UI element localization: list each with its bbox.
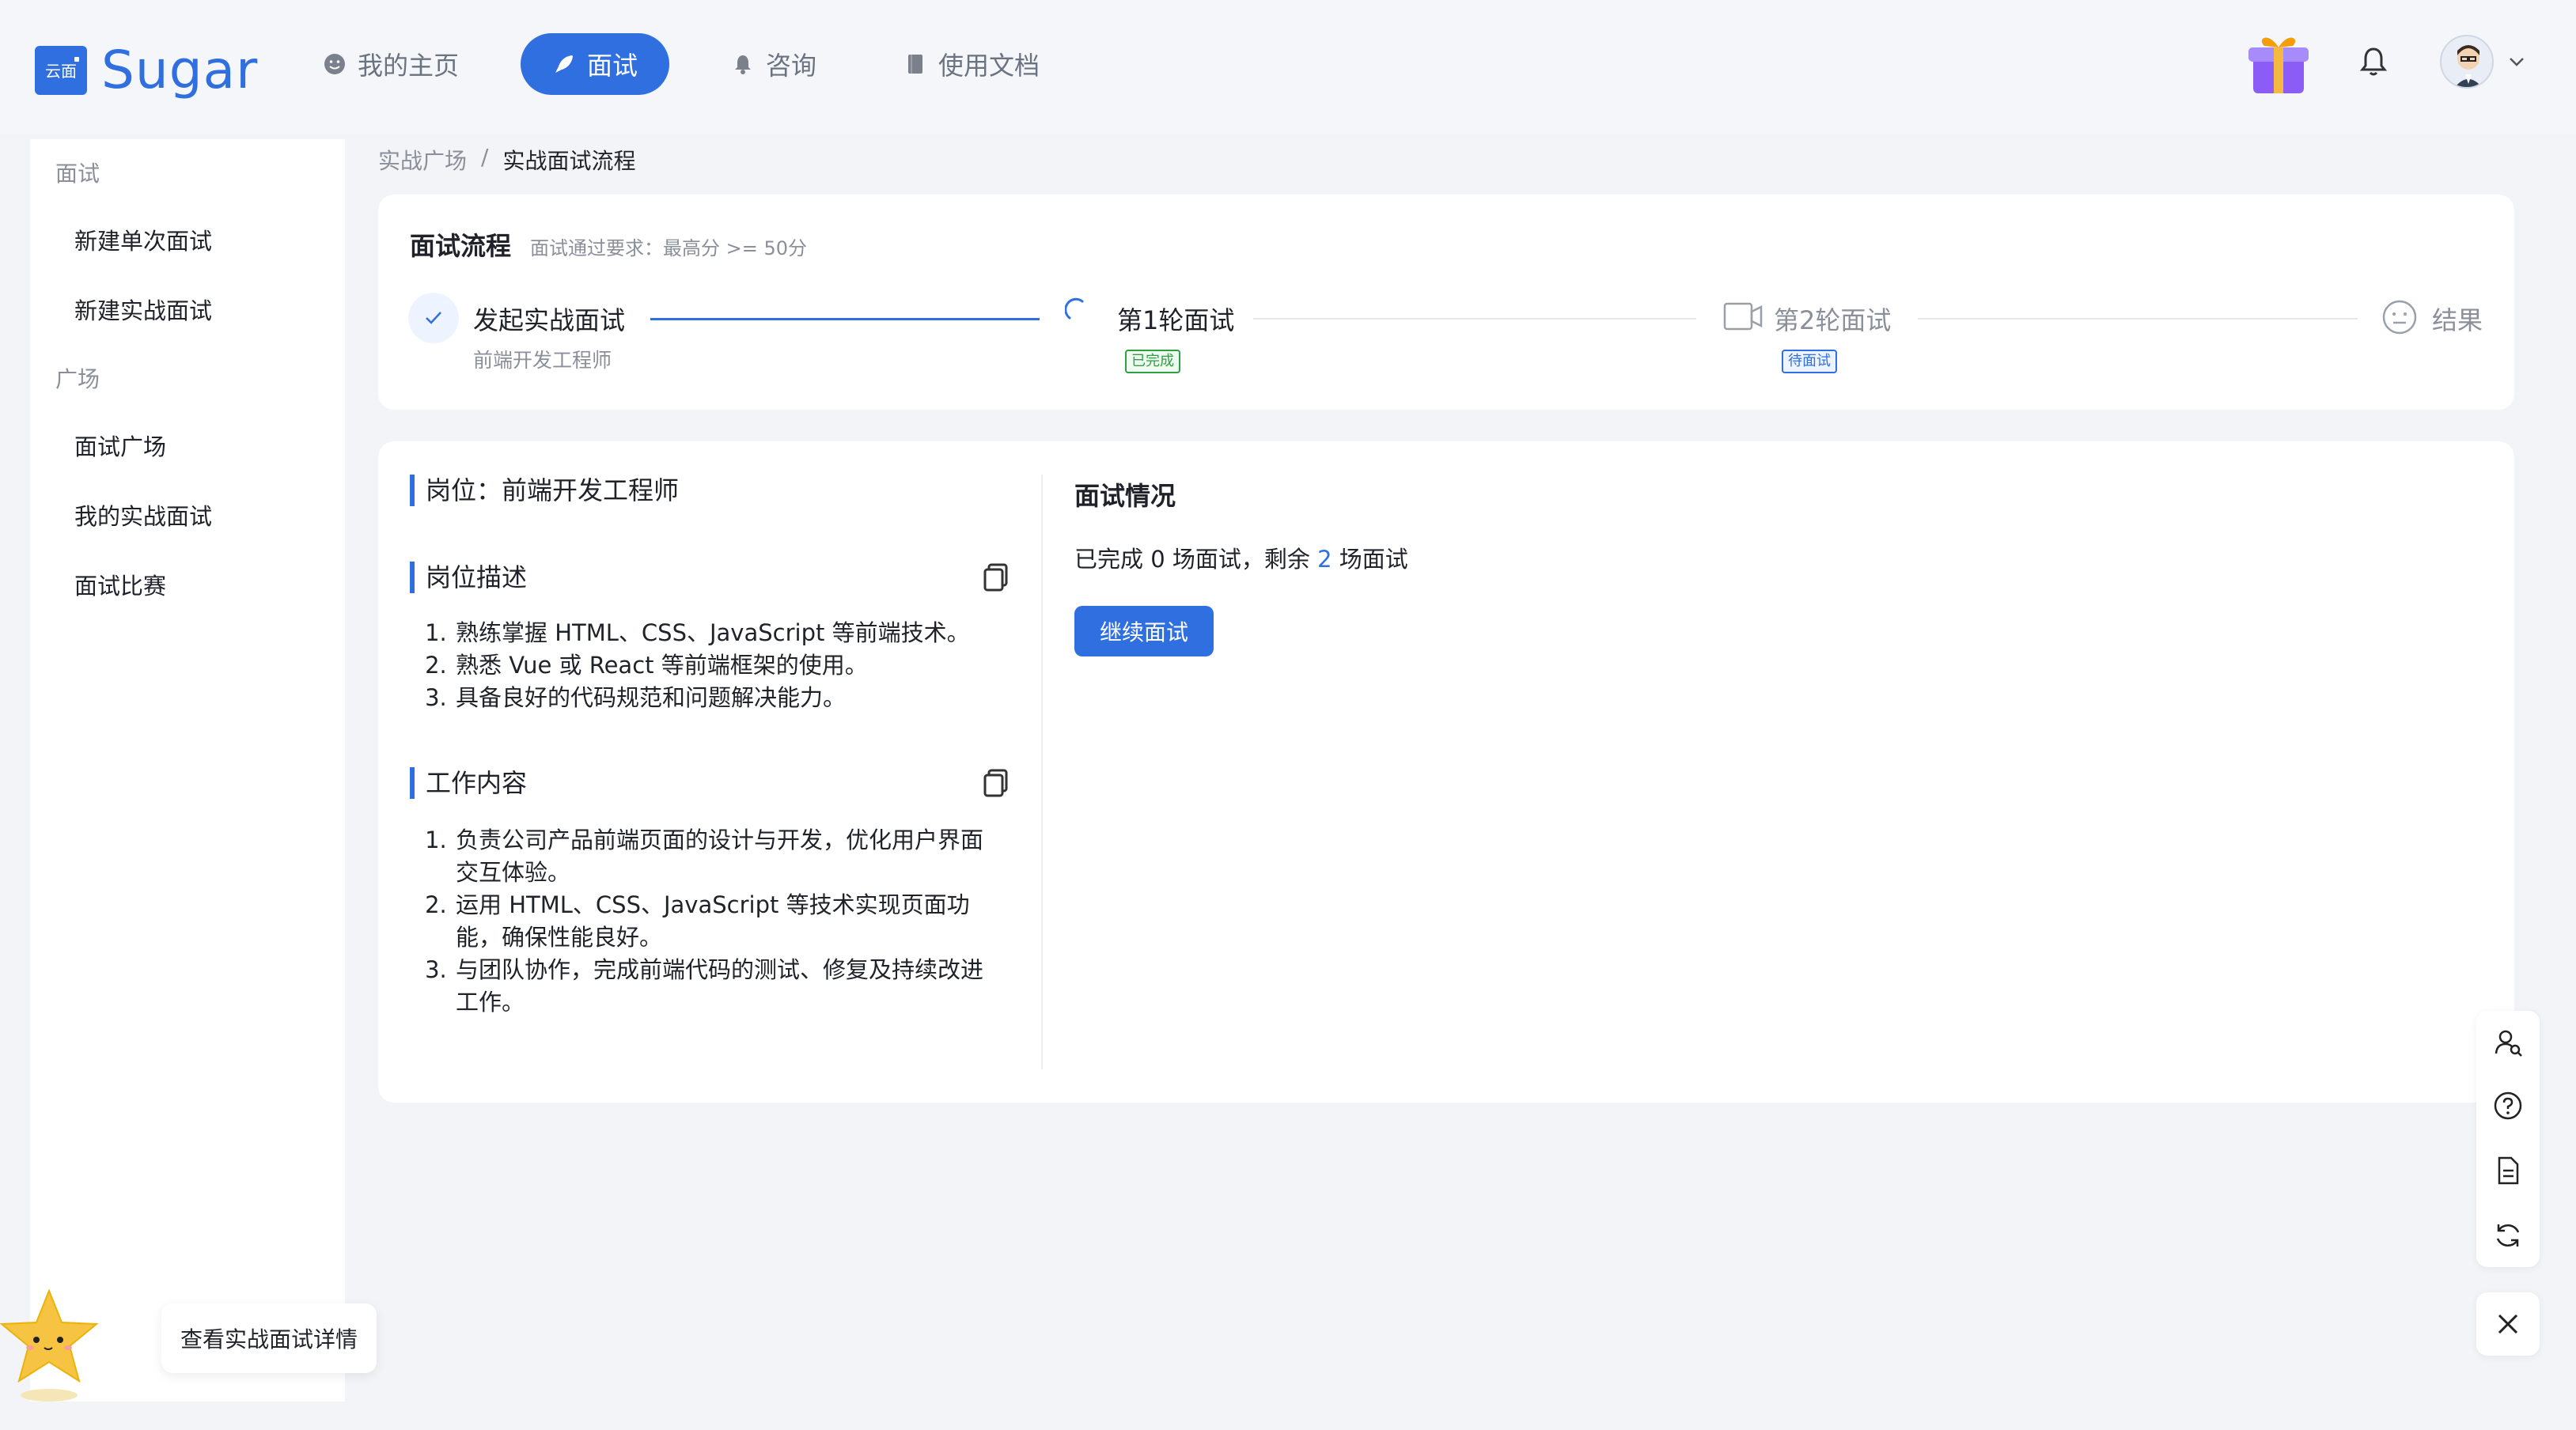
completed-count: 0 bbox=[1150, 546, 1165, 573]
close-button[interactable] bbox=[2476, 1292, 2540, 1356]
star-mascot-icon[interactable] bbox=[0, 1284, 111, 1403]
user-add-icon[interactable] bbox=[2492, 1027, 2524, 1058]
job-desc-title: 岗位描述 bbox=[410, 562, 527, 593]
nav-item-consult[interactable]: 咨询 bbox=[706, 33, 842, 95]
bell-icon[interactable] bbox=[2356, 44, 2391, 79]
sidebar-group-interview: 面试 bbox=[55, 161, 100, 187]
list-item: 熟练掌握 HTML、CSS、JavaScript 等前端技术。 bbox=[454, 617, 970, 649]
step-round1-title: 第1轮面试 bbox=[1117, 305, 1235, 335]
flow-card: 面试流程 面试通过要求：最高分 >= 50分 发起实战面试 前端开发工程师 第1… bbox=[378, 195, 2514, 410]
copy-icon[interactable] bbox=[983, 563, 1010, 593]
sidebar-item-new-practice[interactable]: 新建实战面试 bbox=[74, 293, 212, 326]
work-content-list: 负责公司产品前端页面的设计与开发，优化用户界面交互体验。 运用 HTML、CSS… bbox=[422, 824, 992, 1019]
situation-title: 面试情况 bbox=[1074, 481, 1176, 511]
header-right bbox=[2241, 24, 2529, 100]
neutral-face-icon bbox=[2382, 300, 2417, 335]
logo-mark: 云面 bbox=[35, 45, 87, 95]
floating-toolbar bbox=[2476, 1011, 2540, 1267]
breadcrumb: 实战广场 / 实战面试流程 bbox=[378, 144, 635, 176]
video-icon bbox=[1723, 302, 1763, 331]
situation-summary: 已完成 0 场面试，剩余 2 场面试 bbox=[1074, 546, 1408, 573]
book-icon bbox=[903, 52, 927, 76]
check-icon bbox=[408, 293, 459, 343]
mascot-tooltip: 查看实战面试详情 bbox=[161, 1303, 377, 1373]
chevron-down-icon[interactable] bbox=[2505, 50, 2529, 74]
top-header: 云面 Sugar 我的主页 面试 咨询 使用文档 bbox=[0, 0, 2576, 134]
list-item: 负责公司产品前端页面的设计与开发，优化用户界面交互体验。 bbox=[454, 824, 992, 889]
sidebar: 面试 新建单次面试 新建实战面试 广场 面试广场 我的实战面试 面试比赛 bbox=[30, 139, 345, 1402]
list-item: 熟悉 Vue 或 React 等前端框架的使用。 bbox=[454, 649, 970, 682]
bell-small-icon bbox=[731, 52, 755, 76]
logo-text: Sugar bbox=[101, 40, 259, 100]
face-icon bbox=[323, 52, 347, 76]
breadcrumb-parent[interactable]: 实战广场 bbox=[378, 144, 467, 176]
refresh-icon[interactable] bbox=[2492, 1220, 2524, 1251]
step-launch-sub: 前端开发工程师 bbox=[473, 349, 612, 372]
work-content-title: 工作内容 bbox=[410, 767, 527, 799]
position-title: 岗位：前端开发工程师 bbox=[410, 475, 679, 506]
column-divider bbox=[1041, 475, 1043, 1069]
sidebar-group-plaza: 广场 bbox=[55, 366, 100, 392]
list-item: 运用 HTML、CSS、JavaScript 等技术实现页面功能，确保性能良好。 bbox=[454, 889, 992, 954]
rocket-icon bbox=[552, 52, 576, 76]
close-icon bbox=[2498, 1314, 2518, 1334]
logo[interactable]: 云面 Sugar bbox=[35, 40, 258, 100]
breadcrumb-separator: / bbox=[481, 144, 489, 170]
status-badge-done: 已完成 bbox=[1125, 350, 1180, 373]
nav-item-home[interactable]: 我的主页 bbox=[297, 33, 484, 95]
list-item: 具备良好的代码规范和问题解决能力。 bbox=[454, 682, 970, 714]
nav-item-docs[interactable]: 使用文档 bbox=[878, 33, 1065, 95]
step-connector-3 bbox=[1918, 318, 2358, 320]
continue-interview-button[interactable]: 继续面试 bbox=[1074, 606, 1214, 656]
step-connector-2 bbox=[1253, 318, 1696, 320]
job-desc-list: 熟练掌握 HTML、CSS、JavaScript 等前端技术。 熟悉 Vue 或… bbox=[422, 617, 970, 714]
flow-requirement: 面试通过要求：最高分 >= 50分 bbox=[530, 237, 808, 259]
help-icon[interactable] bbox=[2492, 1090, 2524, 1122]
list-item: 与团队协作，完成前端代码的测试、修复及持续改进工作。 bbox=[454, 954, 992, 1019]
breadcrumb-current: 实战面试流程 bbox=[502, 148, 636, 174]
remaining-count: 2 bbox=[1317, 546, 1332, 573]
detail-card: 岗位：前端开发工程师 岗位描述 熟练掌握 HTML、CSS、JavaScript… bbox=[378, 441, 2514, 1103]
sidebar-item-my-practice[interactable]: 我的实战面试 bbox=[74, 498, 212, 532]
status-badge-pending: 待面试 bbox=[1782, 350, 1837, 373]
main-nav: 我的主页 面试 咨询 使用文档 bbox=[297, 33, 1101, 95]
sidebar-item-plaza[interactable]: 面试广场 bbox=[74, 429, 166, 462]
sidebar-item-contest[interactable]: 面试比赛 bbox=[74, 568, 166, 601]
copy-icon[interactable] bbox=[983, 769, 1010, 799]
document-icon[interactable] bbox=[2492, 1155, 2524, 1186]
flow-title: 面试流程 bbox=[410, 231, 512, 261]
avatar[interactable] bbox=[2440, 35, 2494, 89]
step-launch-title: 发起实战面试 bbox=[473, 305, 626, 335]
step-round2-title: 第2轮面试 bbox=[1774, 305, 1892, 335]
nav-item-interview[interactable]: 面试 bbox=[521, 33, 670, 95]
sidebar-item-new-single[interactable]: 新建单次面试 bbox=[74, 223, 212, 256]
step-result-title: 结果 bbox=[2432, 305, 2483, 335]
gift-icon[interactable] bbox=[2241, 24, 2317, 100]
step-connector-1 bbox=[650, 318, 1040, 320]
loading-icon bbox=[1065, 297, 1084, 320]
